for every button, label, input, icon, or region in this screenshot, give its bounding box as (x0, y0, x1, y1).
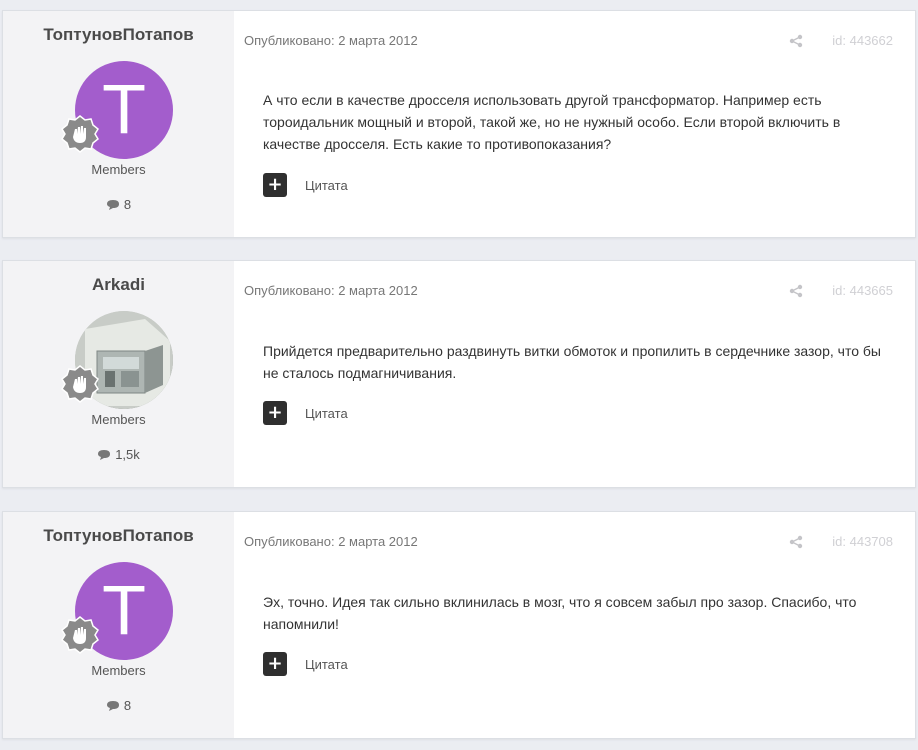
member-group: Members (91, 663, 146, 678)
comment-bubble-icon (106, 700, 119, 711)
quote-button[interactable]: Цитата (305, 406, 348, 421)
author-name[interactable]: ТоптуновПотапов (3, 25, 234, 45)
multiquote-button[interactable]: + (263, 173, 287, 197)
post-date[interactable]: Опубликовано: 2 марта 2012 (244, 33, 418, 48)
wave-hand-badge-icon (61, 616, 99, 654)
post-id: id: 443665 (832, 283, 893, 298)
member-group: Members (91, 162, 146, 177)
multiquote-button[interactable]: + (263, 401, 287, 425)
post: Arkadi Members 1,5k Опубликовано: 2 март… (2, 260, 916, 488)
post-id: id: 443662 (832, 33, 893, 48)
post-actions: + Цитата (263, 173, 348, 197)
member-group: Members (91, 412, 146, 427)
post-date[interactable]: Опубликовано: 2 марта 2012 (244, 283, 418, 298)
post-content: Опубликовано: 2 марта 2012 id: 443662 А … (234, 11, 915, 237)
post-count-value: 8 (123, 197, 132, 212)
post-date[interactable]: Опубликовано: 2 марта 2012 (244, 534, 418, 549)
comment-bubble-icon (106, 199, 119, 210)
post: ТоптуновПотапов T Members 8 Опубликовано… (2, 10, 916, 238)
post: ТоптуновПотапов T Members 8 Опубликовано… (2, 511, 916, 739)
post-actions: + Цитата (263, 401, 348, 425)
comment-bubble-icon (98, 449, 111, 460)
share-icon[interactable] (789, 34, 803, 48)
post-count-value: 1,5k (115, 447, 140, 462)
post-content: Опубликовано: 2 марта 2012 id: 443665 Пр… (234, 261, 915, 487)
avatar-letter: T (103, 572, 145, 650)
post-actions: + Цитата (263, 652, 348, 676)
post-count[interactable]: 1,5k (3, 447, 234, 462)
post-body: Прийдется предварительно раздвинуть витк… (263, 343, 881, 381)
post-body: Эх, точно. Идея так сильно вклинилась в … (263, 594, 857, 632)
avatar-letter: T (103, 71, 145, 149)
post-id: id: 443708 (832, 534, 893, 549)
multiquote-button[interactable]: + (263, 652, 287, 676)
author-panel: Arkadi Members 1,5k (3, 261, 234, 487)
share-icon[interactable] (789, 284, 803, 298)
author-panel: ТоптуновПотапов T Members 8 (3, 11, 234, 237)
author-name[interactable]: Arkadi (3, 275, 234, 295)
post-count-value: 8 (123, 698, 132, 713)
quote-button[interactable]: Цитата (305, 657, 348, 672)
wave-hand-badge-icon (61, 365, 99, 403)
share-icon[interactable] (789, 535, 803, 549)
post-content: Опубликовано: 2 марта 2012 id: 443708 Эх… (234, 512, 915, 738)
wave-hand-badge-icon (61, 115, 99, 153)
author-panel: ТоптуновПотапов T Members 8 (3, 512, 234, 738)
post-count[interactable]: 8 (3, 698, 234, 713)
post-count[interactable]: 8 (3, 197, 234, 212)
quote-button[interactable]: Цитата (305, 178, 348, 193)
author-name[interactable]: ТоптуновПотапов (3, 526, 234, 546)
post-body: А что если в качестве дросселя использов… (263, 92, 841, 152)
